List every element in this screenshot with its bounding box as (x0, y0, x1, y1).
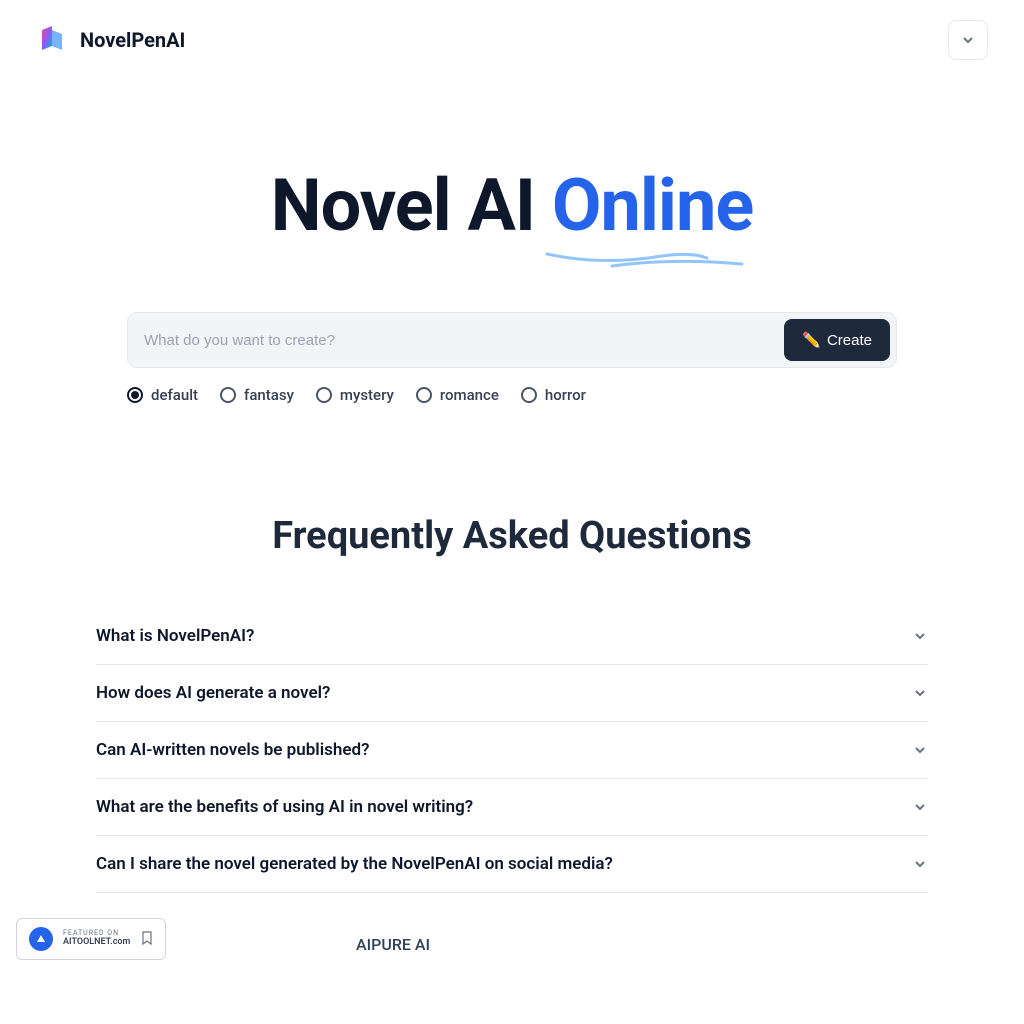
prompt-input[interactable] (144, 332, 784, 349)
faq-item[interactable]: Can AI-written novels be published? (96, 722, 928, 779)
radio-default[interactable]: default (127, 386, 198, 404)
faq-item[interactable]: How does AI generate a novel? (96, 665, 928, 722)
radio-label: default (151, 386, 198, 404)
bookmark-icon (141, 930, 153, 949)
radio-label: romance (440, 386, 499, 404)
create-button[interactable]: ✏️ Create (784, 319, 890, 361)
page-title: Novel AI Online (0, 170, 1024, 242)
create-button-label: Create (827, 332, 872, 349)
prompt-input-container: ✏️ Create (127, 312, 897, 368)
radio-circle-icon (416, 387, 432, 403)
chevron-down-icon (912, 685, 928, 701)
title-part1: Novel AI (271, 163, 552, 248)
faq-item[interactable]: What is NovelPenAI? (96, 608, 928, 665)
chevron-down-icon (912, 628, 928, 644)
faq-item[interactable]: Can I share the novel generated by the N… (96, 836, 928, 893)
header-menu-button[interactable] (948, 20, 988, 60)
title-part2: Online (552, 170, 753, 242)
faq-question: How does AI generate a novel? (96, 683, 330, 703)
aipure-badge[interactable]: AIPURE AI (356, 935, 430, 954)
faq-question: What is NovelPenAI? (96, 626, 254, 646)
radio-mystery[interactable]: mystery (316, 386, 394, 404)
radio-label: horror (545, 386, 586, 404)
radio-fantasy[interactable]: fantasy (220, 386, 294, 404)
faq-question: Can I share the novel generated by the N… (96, 854, 613, 874)
triangle-icon (29, 927, 53, 951)
radio-circle-icon (316, 387, 332, 403)
faq-question: Can AI-written novels be published? (96, 740, 369, 760)
brand-name: NovelPenAI (80, 28, 185, 52)
pencil-icon: ✏️ (802, 331, 821, 349)
radio-label: mystery (340, 386, 394, 404)
chevron-down-icon (912, 742, 928, 758)
radio-romance[interactable]: romance (416, 386, 499, 404)
logo[interactable]: NovelPenAI (36, 24, 185, 56)
aitoolnet-badge[interactable]: Featured on AITOOLNET.com (16, 918, 166, 960)
logo-icon (36, 24, 68, 56)
chevron-down-icon (961, 33, 975, 47)
faq-item[interactable]: What are the benefits of using AI in nov… (96, 779, 928, 836)
chevron-down-icon (912, 799, 928, 815)
underline-decoration (542, 244, 752, 274)
radio-label: fantasy (244, 386, 294, 404)
faq-question: What are the benefits of using AI in nov… (96, 797, 473, 817)
radio-circle-icon (220, 387, 236, 403)
site-label: AITOOLNET.com (63, 938, 130, 948)
chevron-down-icon (912, 856, 928, 872)
faq-heading: Frequently Asked Questions (96, 514, 928, 558)
radio-circle-icon (127, 387, 143, 403)
radio-horror[interactable]: horror (521, 386, 586, 404)
radio-circle-icon (521, 387, 537, 403)
